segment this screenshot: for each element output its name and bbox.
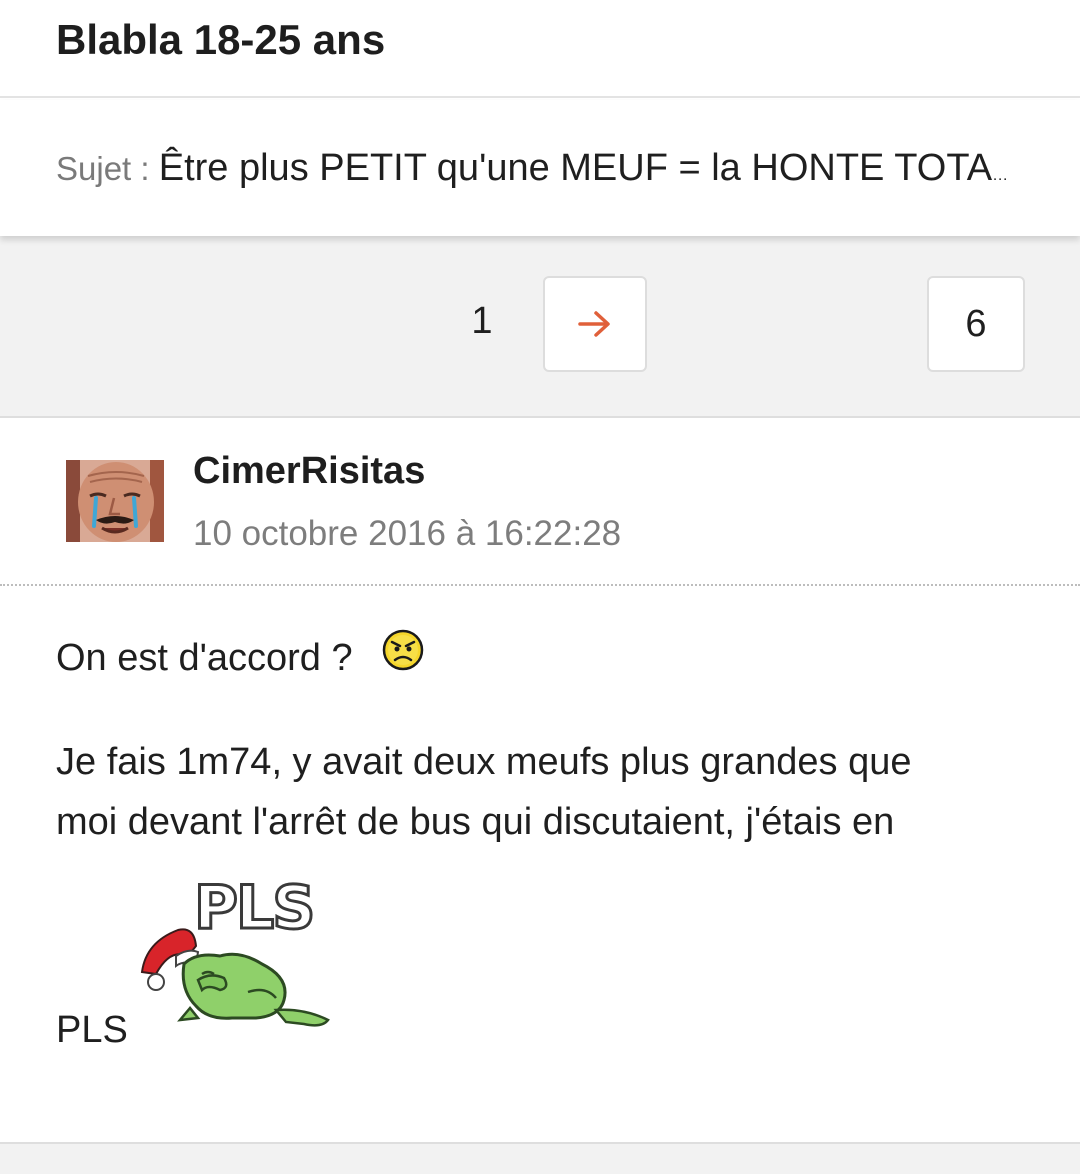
post-line-2: moi devant l'arrêt de bus qui discutaien… (56, 801, 895, 843)
pls-sticker-icon: PLS (140, 872, 330, 1027)
post-date[interactable]: 10 octobre 2016 à 16:22:28 (193, 512, 621, 556)
pagination-bar: 1 6 (0, 236, 1080, 418)
post-line-1: Je fais 1m74, y avait deux meufs plus gr… (56, 741, 912, 783)
post-paragraph-2: Je fais 1m74, y avait deux meufs plus gr… (56, 732, 1016, 852)
forum-title[interactable]: Blabla 18-25 ans (56, 14, 385, 66)
post-header: CimerRisitas 10 octobre 2016 à 16:22:28 (0, 418, 1080, 586)
last-page-button[interactable]: 6 (927, 276, 1025, 372)
subject-line: Sujet : Être plus PETIT qu'une MEUF = la… (56, 144, 1026, 200)
subject-bar: Sujet : Être plus PETIT qu'une MEUF = la… (0, 100, 1080, 236)
post-paragraph-1: On est d'accord ? (56, 637, 353, 679)
subject-prefix: Sujet : (56, 150, 159, 187)
post-paragraph-3: PLS (56, 1009, 128, 1051)
next-page-button[interactable] (543, 276, 647, 372)
angry-smiley-icon (382, 629, 424, 671)
avatar[interactable] (66, 460, 164, 542)
author-name[interactable]: CimerRisitas (193, 448, 425, 494)
risitas-crying-avatar-icon (66, 460, 164, 542)
bottom-bar (0, 1142, 1080, 1174)
current-page: 1 (471, 300, 493, 342)
forum-header: Blabla 18-25 ans (0, 0, 1080, 98)
sticker-text: PLS (194, 873, 313, 943)
arrow-right-icon (578, 311, 610, 337)
subject-title: Être plus PETIT qu'une MEUF = la HONTE T… (158, 147, 1026, 189)
